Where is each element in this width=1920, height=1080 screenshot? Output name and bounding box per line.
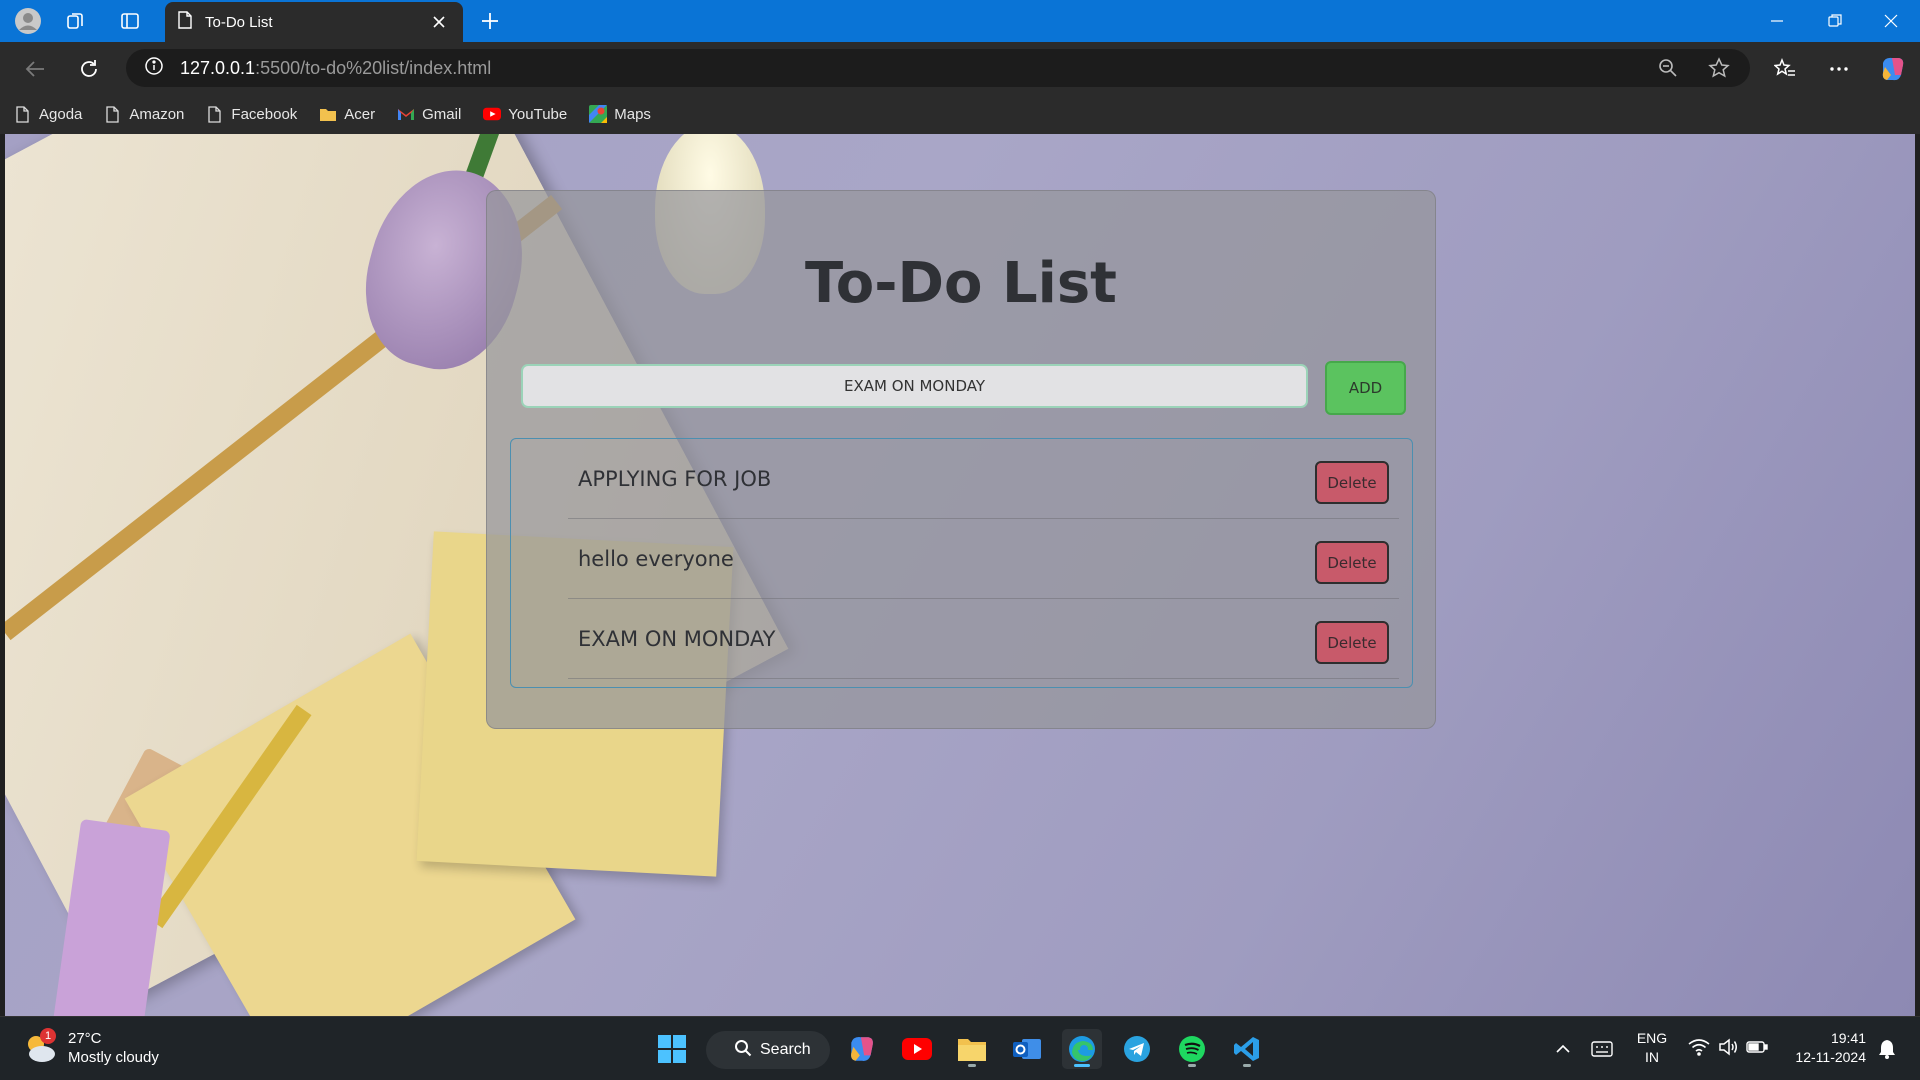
page-icon bbox=[104, 105, 122, 123]
edge-browser-icon[interactable] bbox=[1062, 1029, 1102, 1069]
wifi-icon bbox=[1688, 1038, 1710, 1061]
file-explorer-icon[interactable] bbox=[952, 1029, 992, 1069]
bookmarks-bar: Agoda Amazon Facebook Acer Gmail YouTube… bbox=[0, 94, 1920, 134]
list-item: APPLYING FOR JOB Delete bbox=[568, 439, 1399, 519]
bookmark-label: Acer bbox=[344, 105, 376, 123]
refresh-icon[interactable] bbox=[72, 52, 106, 86]
back-icon[interactable] bbox=[18, 52, 52, 86]
bookmark-label: Gmail bbox=[422, 105, 462, 123]
favorite-star-icon[interactable] bbox=[1706, 55, 1732, 81]
page-icon bbox=[206, 105, 224, 123]
telegram-icon[interactable] bbox=[1117, 1029, 1157, 1069]
notification-bell-icon[interactable] bbox=[1870, 1029, 1904, 1069]
zoom-icon[interactable] bbox=[1655, 55, 1681, 81]
windows-start-icon[interactable] bbox=[652, 1029, 692, 1069]
add-button[interactable]: ADD bbox=[1325, 361, 1406, 415]
vscode-icon[interactable] bbox=[1227, 1029, 1267, 1069]
clock-time: 19:41 bbox=[1830, 1030, 1866, 1046]
minimize-icon[interactable] bbox=[1748, 0, 1806, 42]
running-indicator bbox=[1243, 1064, 1251, 1067]
task-text: EXAM ON MONDAY bbox=[578, 627, 776, 651]
keyboard-icon[interactable] bbox=[1582, 1029, 1622, 1069]
profile-icon[interactable] bbox=[12, 5, 44, 37]
tab-title: To-Do List bbox=[205, 13, 273, 31]
workspaces-icon[interactable] bbox=[60, 5, 92, 37]
maps-icon bbox=[589, 105, 608, 123]
cloudy-weather-icon: 1 bbox=[22, 1028, 58, 1066]
notification-badge: 1 bbox=[40, 1028, 56, 1044]
task-list: APPLYING FOR JOB Delete hello everyone D… bbox=[510, 438, 1413, 688]
search-label: Search bbox=[760, 1041, 811, 1058]
list-item: hello everyone Delete bbox=[568, 519, 1399, 599]
page-icon bbox=[177, 11, 193, 33]
task-text: hello everyone bbox=[578, 547, 734, 571]
delete-button[interactable]: Delete bbox=[1315, 541, 1389, 584]
running-indicator bbox=[1188, 1064, 1196, 1067]
weather-widget[interactable]: 1 27°C Mostly cloudy bbox=[22, 1028, 159, 1067]
bookmark-label: Maps bbox=[614, 105, 651, 123]
chevron-up-icon[interactable] bbox=[1543, 1029, 1583, 1069]
battery-icon bbox=[1746, 1040, 1768, 1059]
tab-actions-icon[interactable] bbox=[114, 5, 146, 37]
delete-button[interactable]: Delete bbox=[1315, 621, 1389, 664]
weather-condition: Mostly cloudy bbox=[68, 1049, 159, 1066]
bookmark-facebook[interactable]: Facebook bbox=[206, 105, 297, 123]
more-options-icon[interactable] bbox=[1822, 52, 1856, 86]
language-indicator[interactable]: ENG IN bbox=[1634, 1029, 1670, 1067]
close-icon[interactable] bbox=[427, 10, 451, 34]
task-text: APPLYING FOR JOB bbox=[578, 467, 772, 491]
bookmark-maps[interactable]: Maps bbox=[589, 105, 651, 123]
restore-icon[interactable] bbox=[1806, 0, 1864, 42]
bookmark-gmail[interactable]: Gmail bbox=[397, 105, 461, 123]
address-bar[interactable]: 127.0.0.1:5500/to-do%20list/index.html bbox=[126, 49, 1750, 87]
taskbar-search[interactable]: Search bbox=[706, 1031, 830, 1069]
bookmark-amazon[interactable]: Amazon bbox=[104, 105, 184, 123]
temperature: 27°C bbox=[68, 1030, 102, 1047]
region-code: IN bbox=[1645, 1049, 1659, 1065]
bookmark-agoda[interactable]: Agoda bbox=[14, 105, 82, 123]
close-window-icon[interactable] bbox=[1862, 0, 1920, 42]
page-viewport: To-Do List ADD APPLYING FOR JOB Delete h… bbox=[5, 134, 1915, 1016]
copilot-icon[interactable] bbox=[1876, 52, 1910, 86]
bookmark-youtube[interactable]: YouTube bbox=[483, 105, 567, 123]
tab-todo-list[interactable]: To-Do List bbox=[165, 2, 463, 42]
folder-icon bbox=[319, 105, 337, 123]
gmail-icon bbox=[397, 105, 415, 123]
task-input[interactable] bbox=[521, 364, 1308, 408]
bookmark-folder-acer[interactable]: Acer bbox=[319, 105, 375, 123]
quick-settings[interactable] bbox=[1678, 1029, 1778, 1069]
taskbar: 1 27°C Mostly cloudy Search ENG IN 19:41… bbox=[0, 1016, 1920, 1080]
clock[interactable]: 19:41 12-11-2024 bbox=[1784, 1029, 1866, 1067]
spotify-icon[interactable] bbox=[1172, 1029, 1212, 1069]
youtube-icon[interactable] bbox=[897, 1029, 937, 1069]
clock-date: 12-11-2024 bbox=[1795, 1049, 1866, 1065]
bookmark-label: Amazon bbox=[129, 105, 185, 123]
youtube-icon bbox=[483, 105, 502, 123]
volume-icon bbox=[1718, 1037, 1738, 1061]
list-item: EXAM ON MONDAY Delete bbox=[568, 599, 1399, 679]
bookmark-label: YouTube bbox=[508, 105, 568, 123]
running-indicator bbox=[1074, 1064, 1090, 1067]
favorites-icon[interactable] bbox=[1768, 52, 1802, 86]
site-info-icon[interactable] bbox=[144, 56, 164, 81]
bookmark-label: Facebook bbox=[231, 105, 298, 123]
search-icon bbox=[734, 1039, 752, 1062]
todo-container: To-Do List ADD APPLYING FOR JOB Delete h… bbox=[486, 190, 1436, 729]
page-icon bbox=[14, 105, 32, 123]
browser-title-bar: To-Do List bbox=[0, 0, 1920, 42]
new-tab-icon[interactable] bbox=[474, 5, 506, 37]
page-title: To-Do List bbox=[805, 251, 1117, 316]
language-code: ENG bbox=[1636, 1030, 1668, 1046]
delete-button[interactable]: Delete bbox=[1315, 461, 1389, 504]
copilot-icon[interactable] bbox=[842, 1029, 882, 1069]
running-indicator bbox=[968, 1064, 976, 1067]
url-text: 127.0.0.1:5500/to-do%20list/index.html bbox=[180, 57, 492, 78]
outlook-icon[interactable] bbox=[1007, 1029, 1047, 1069]
bookmark-label: Agoda bbox=[39, 105, 83, 123]
address-toolbar: 127.0.0.1:5500/to-do%20list/index.html bbox=[0, 42, 1920, 94]
